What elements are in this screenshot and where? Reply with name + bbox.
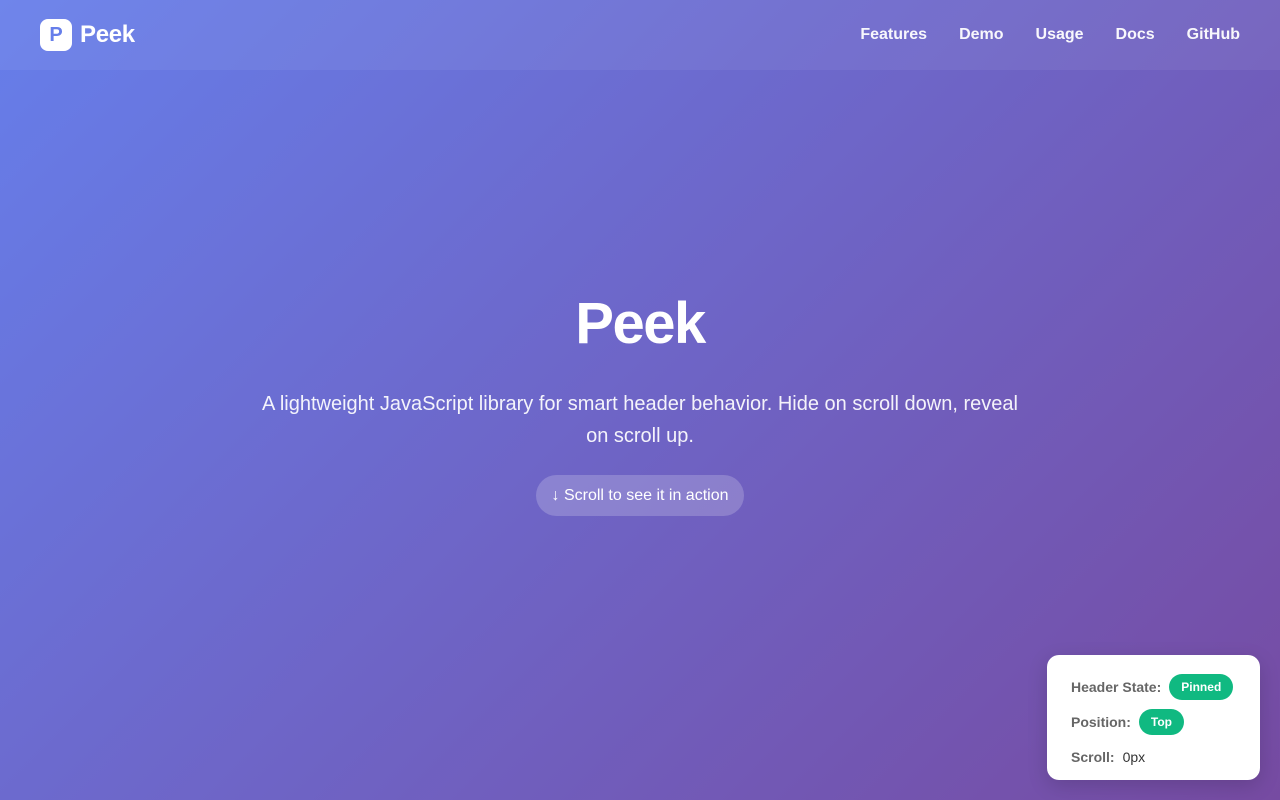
brand-name: Peek bbox=[80, 21, 135, 48]
hero-section: Peek A lightweight JavaScript library fo… bbox=[0, 288, 1280, 516]
scroll-cta-button[interactable]: ↓ Scroll to see it in action bbox=[535, 475, 745, 516]
position-label: Position: bbox=[1071, 714, 1131, 730]
header-state-label: Header State: bbox=[1071, 679, 1162, 695]
header-state-badge: Pinned bbox=[1169, 674, 1234, 700]
status-panel: Header State: Pinned Position: Top Scrol… bbox=[1047, 655, 1260, 780]
hero-title: Peek bbox=[575, 291, 706, 356]
header-state-row: Header State: Pinned bbox=[1071, 672, 1236, 702]
scroll-label: Scroll: bbox=[1071, 749, 1115, 765]
logo-icon: P bbox=[40, 19, 72, 51]
nav-link-features[interactable]: Features bbox=[860, 26, 927, 44]
position-badge: Top bbox=[1138, 709, 1184, 735]
main-nav: Features Demo Usage Docs GitHub bbox=[860, 26, 1240, 44]
nav-link-demo[interactable]: Demo bbox=[959, 26, 1003, 44]
scroll-row: Scroll: 0px bbox=[1071, 742, 1236, 772]
nav-link-docs[interactable]: Docs bbox=[1116, 26, 1155, 44]
nav-link-usage[interactable]: Usage bbox=[1036, 26, 1084, 44]
scroll-value: 0px bbox=[1122, 749, 1146, 765]
site-header: P Peek Features Demo Usage Docs GitHub bbox=[0, 0, 1280, 70]
hero-subtitle: A lightweight JavaScript library for sma… bbox=[262, 393, 1018, 447]
position-row: Position: Top bbox=[1071, 707, 1236, 737]
nav-link-github[interactable]: GitHub bbox=[1187, 26, 1240, 44]
brand-link[interactable]: P Peek bbox=[40, 19, 135, 51]
